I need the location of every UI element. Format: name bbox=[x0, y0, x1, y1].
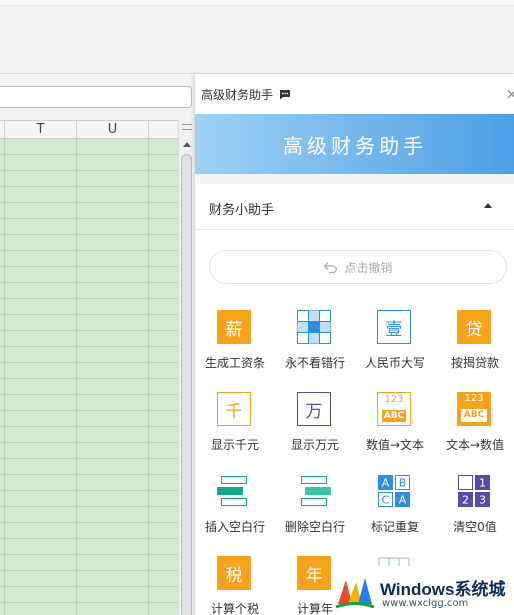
cell-grid[interactable] bbox=[0, 139, 178, 615]
tool-delete-blank-row[interactable]: 删除空白行 bbox=[275, 474, 355, 554]
ribbon-area bbox=[0, 6, 514, 74]
finance-assistant-pane: 高级财务助手 × 高级财务助手 财务小助手 点击撤销 薪 生成工资条 永不看错行… bbox=[194, 74, 514, 615]
tool-show-thousands[interactable]: 千 显示千元 bbox=[195, 392, 275, 472]
icon-letters: ABC bbox=[382, 410, 406, 422]
icon-letter: A bbox=[382, 477, 390, 490]
undo-label: 点击撤销 bbox=[344, 260, 393, 275]
tool-label: 人民币大写 bbox=[364, 356, 425, 370]
app-window: T U 高级财务助手 × 高级财务助手 财务小助手 点击撤销 薪 生成工资条 永… bbox=[0, 0, 514, 615]
text-to-number-icon: 123 ABC bbox=[457, 392, 491, 426]
icon-letters: ABC bbox=[461, 409, 487, 422]
formula-input[interactable] bbox=[0, 86, 192, 108]
insert-blank-row-icon bbox=[217, 474, 251, 508]
close-icon[interactable]: × bbox=[505, 85, 514, 103]
scroll-up-arrow-icon[interactable] bbox=[183, 142, 191, 147]
grid-highlight-icon bbox=[297, 310, 331, 344]
banner-title: 高级财务助手 bbox=[283, 133, 427, 158]
mark-duplicates-icon: A B C A bbox=[377, 474, 411, 508]
pane-title: 高级财务助手 bbox=[201, 88, 274, 102]
vertical-scrollbar[interactable] bbox=[178, 120, 194, 615]
loan-icon: 贷 bbox=[457, 310, 491, 344]
icon-letter: A bbox=[399, 494, 407, 507]
tool-label: 文本→数值 bbox=[445, 438, 505, 452]
tool-label: 按揭贷款 bbox=[450, 356, 499, 370]
tool-label: 生成工资条 bbox=[204, 356, 265, 370]
delete-blank-row-icon bbox=[297, 474, 331, 508]
tax-icon: 税 bbox=[217, 556, 251, 590]
column-header-t[interactable]: T bbox=[5, 121, 77, 138]
tool-rmb-uppercase[interactable]: 壹 人民币大写 bbox=[355, 310, 435, 390]
ten-thousand-icon: 万 bbox=[297, 392, 331, 426]
section-label: 财务小助手 bbox=[209, 203, 275, 218]
undo-button[interactable]: 点击撤销 bbox=[209, 250, 507, 284]
clear-zero-icon: 1 2 3 bbox=[457, 474, 491, 508]
tool-insert-blank-row[interactable]: 插入空白行 bbox=[195, 474, 275, 554]
message-icon[interactable] bbox=[279, 89, 291, 100]
divider bbox=[195, 174, 514, 184]
icon-number: 123 bbox=[464, 393, 484, 404]
number-to-text-icon: 123 ABC bbox=[377, 392, 411, 426]
tool-label: 显示千元 bbox=[210, 438, 259, 452]
column-header-u[interactable]: U bbox=[77, 121, 149, 138]
tool-text-to-number[interactable]: 123 ABC 文本→数值 bbox=[435, 392, 514, 472]
tool-label: 永不看错行 bbox=[284, 356, 345, 370]
tool-label: 删除空白行 bbox=[284, 520, 345, 534]
salary-icon: 薪 bbox=[217, 310, 251, 344]
tool-label: 数值→文本 bbox=[365, 438, 425, 452]
tool-mortgage[interactable]: 贷 按揭贷款 bbox=[435, 310, 514, 390]
section-header[interactable]: 财务小助手 bbox=[195, 184, 514, 230]
icon-digit: 1 bbox=[479, 477, 486, 490]
icon-letter: B bbox=[399, 477, 407, 490]
collapse-caret-icon[interactable] bbox=[484, 203, 492, 208]
tool-mark-duplicates[interactable]: A B C A 标记重复 bbox=[355, 474, 435, 554]
split-grip[interactable] bbox=[182, 124, 192, 130]
tool-row-highlight[interactable]: 永不看错行 bbox=[275, 310, 355, 390]
tool-generate-payslip[interactable]: 薪 生成工资条 bbox=[195, 310, 275, 390]
scroll-thumb[interactable] bbox=[181, 154, 192, 615]
column-header-row: T U bbox=[0, 120, 178, 139]
tool-label: 标记重复 bbox=[370, 520, 419, 534]
tool-label: 插入空白行 bbox=[204, 520, 265, 534]
windows-logo-icon bbox=[335, 578, 375, 609]
rmb-uppercase-icon: 壹 bbox=[377, 310, 411, 344]
tool-show-ten-thousands[interactable]: 万 显示万元 bbox=[275, 392, 355, 472]
icon-digit: 3 bbox=[479, 494, 486, 507]
pane-header: 高级财务助手 bbox=[201, 86, 291, 103]
watermark-title: Windows系统城 bbox=[380, 580, 506, 599]
undo-icon bbox=[324, 262, 338, 273]
column-header-v[interactable] bbox=[149, 121, 178, 138]
icon-letter: C bbox=[382, 494, 390, 507]
icon-digit: 2 bbox=[462, 494, 469, 507]
icon-number: 123 bbox=[384, 394, 404, 405]
thousand-icon: 千 bbox=[217, 392, 251, 426]
tool-clear-zero[interactable]: 1 2 3 清空0值 bbox=[435, 474, 514, 554]
tool-number-to-text[interactable]: 123 ABC 数值→文本 bbox=[355, 392, 435, 472]
tool-label: 显示万元 bbox=[290, 438, 339, 452]
spreadsheet-area: T U bbox=[0, 74, 194, 615]
watermark-url: www.wxclgg.com bbox=[382, 598, 469, 609]
year-icon: 年 bbox=[297, 556, 331, 590]
tool-label: 计算个税 bbox=[210, 602, 259, 615]
pane-banner: 高级财务助手 bbox=[195, 114, 514, 174]
watermark: Windows系统城 www.wxclgg.com bbox=[334, 572, 512, 614]
tool-label: 清空0值 bbox=[453, 520, 497, 534]
tool-calc-tax[interactable]: 税 计算个税 bbox=[195, 556, 275, 615]
